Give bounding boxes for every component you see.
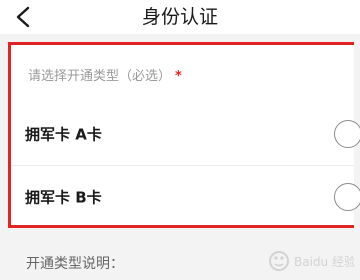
radio-button-b[interactable]: [334, 183, 360, 211]
required-mark: *: [175, 69, 182, 84]
option-label: 拥军卡 A卡: [25, 125, 102, 144]
page-title: 身份认证: [141, 6, 218, 28]
baidu-jingyan-watermark: Baidu 经验: [269, 251, 354, 271]
open-type-prompt: 请选择开通类型（必选） *: [28, 65, 182, 84]
radio-button-a[interactable]: [334, 120, 360, 148]
open-type-description-label: 开通类型说明：: [26, 256, 124, 272]
prompt-text: 请选择开通类型（必选）: [28, 69, 172, 84]
header: 身份认证: [0, 0, 360, 34]
open-type-selection: 请选择开通类型（必选） * 拥军卡 A卡 拥军卡 B卡: [8, 42, 360, 228]
svg-text:Baidu 经验: Baidu 经验: [294, 254, 354, 269]
option-card-b[interactable]: 拥军卡 B卡: [11, 165, 360, 228]
option-label: 拥军卡 B卡: [25, 188, 102, 207]
option-card-a[interactable]: 拥军卡 A卡: [11, 103, 360, 165]
